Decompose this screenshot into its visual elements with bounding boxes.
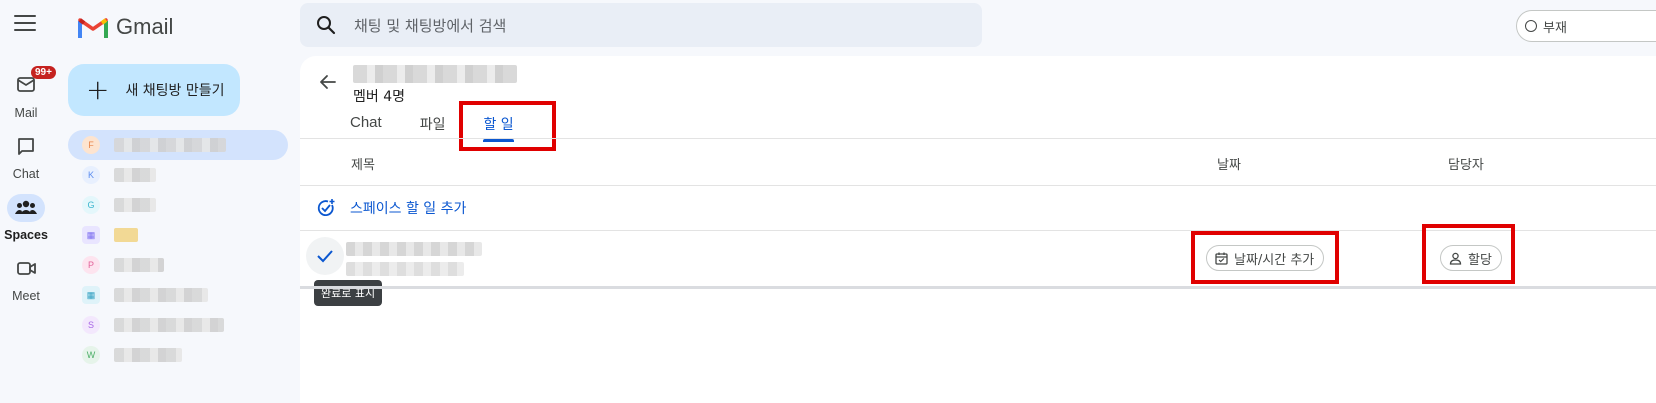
space-name-redacted bbox=[114, 168, 156, 182]
space-avatar: F bbox=[82, 136, 100, 154]
header-divider bbox=[300, 185, 1656, 186]
rail-item-label: Meet bbox=[12, 289, 40, 303]
spaces-icon bbox=[7, 194, 45, 222]
new-space-button[interactable]: + 새 채팅방 만들기 bbox=[68, 64, 240, 116]
status-label: 부재 bbox=[1543, 20, 1567, 36]
tab-files[interactable]: 파일 bbox=[420, 114, 446, 138]
space-name-redacted bbox=[114, 258, 164, 272]
space-item[interactable]: ▦ bbox=[68, 220, 288, 250]
search-bar[interactable]: 채팅 및 채팅방에서 검색 bbox=[300, 3, 982, 47]
space-name-redacted bbox=[114, 288, 208, 302]
space-avatar: S bbox=[82, 316, 100, 334]
rail-item-label: Spaces bbox=[4, 228, 48, 242]
space-title-redacted bbox=[353, 65, 517, 83]
mail-icon: 99+ bbox=[7, 66, 56, 100]
chat-icon bbox=[7, 133, 45, 161]
space-item[interactable]: W bbox=[68, 340, 288, 370]
gmail-m-icon bbox=[78, 17, 108, 38]
mark-complete-button[interactable] bbox=[306, 237, 344, 275]
main-menu-icon[interactable] bbox=[14, 15, 36, 33]
column-header-date[interactable]: 날짜 bbox=[1217, 154, 1241, 173]
task-description-redacted bbox=[346, 262, 464, 276]
space-panel: 멤버 4명 Chat 파일 할 일 제목 날짜 담당자 스페이스 할 일 추가 … bbox=[300, 56, 1656, 403]
add-space-task-button[interactable]: 스페이스 할 일 추가 bbox=[316, 198, 466, 218]
space-name-redacted bbox=[114, 138, 226, 152]
space-avatar: P bbox=[82, 256, 100, 274]
member-count[interactable]: 멤버 4명 bbox=[353, 86, 405, 106]
search-placeholder: 채팅 및 채팅방에서 검색 bbox=[354, 16, 507, 35]
space-name-redacted bbox=[114, 228, 138, 242]
grid-space-icon: ▦ bbox=[82, 226, 100, 244]
search-icon bbox=[317, 16, 336, 35]
video-camera-icon bbox=[7, 255, 45, 283]
rail-item-mail[interactable]: 99+ Mail bbox=[0, 66, 56, 120]
space-item[interactable]: P bbox=[68, 250, 288, 280]
tabs-divider bbox=[300, 138, 1656, 139]
highlight-box-tasks-tab bbox=[459, 101, 556, 151]
status-selector[interactable]: 부재 bbox=[1516, 10, 1656, 42]
space-item[interactable]: S bbox=[68, 310, 288, 340]
space-avatar: K bbox=[82, 166, 100, 184]
space-name-redacted bbox=[114, 318, 224, 332]
task-row-bottom-border bbox=[300, 286, 1656, 289]
new-space-label: 새 채팅방 만들기 bbox=[125, 83, 225, 99]
task-title-redacted[interactable] bbox=[346, 242, 482, 256]
space-item[interactable]: F bbox=[68, 130, 288, 160]
column-header-assignee[interactable]: 담당자 bbox=[1448, 154, 1484, 173]
rail-item-label: Chat bbox=[12, 167, 40, 181]
rail-item-spaces[interactable]: Spaces bbox=[0, 194, 52, 242]
app-name: Gmail bbox=[116, 14, 174, 39]
plus-icon: + bbox=[86, 73, 110, 106]
space-item[interactable]: K bbox=[68, 160, 288, 190]
column-header-title[interactable]: 제목 bbox=[351, 154, 375, 173]
mail-unread-badge: 99+ bbox=[31, 66, 56, 79]
status-ring-icon bbox=[1525, 20, 1537, 32]
mark-complete-tooltip: 완료로 표시 bbox=[314, 280, 383, 306]
space-avatar: G bbox=[82, 196, 100, 214]
grid-space-icon: ▦ bbox=[82, 286, 100, 304]
space-name-redacted bbox=[114, 198, 156, 212]
rail-item-meet[interactable]: Meet bbox=[0, 255, 52, 303]
space-item[interactable]: ▦ bbox=[68, 280, 288, 310]
highlight-box-assign-chip bbox=[1422, 224, 1515, 284]
space-item[interactable]: G bbox=[68, 190, 288, 220]
tab-chat[interactable]: Chat bbox=[350, 114, 382, 138]
rail-item-chat[interactable]: Chat bbox=[0, 133, 52, 181]
checkmark-icon bbox=[317, 250, 333, 263]
highlight-box-date-chip bbox=[1191, 231, 1339, 284]
add-space-task-label: 스페이스 할 일 추가 bbox=[350, 201, 467, 217]
gmail-logo[interactable]: Gmail bbox=[78, 14, 173, 40]
rail-item-label: Mail bbox=[14, 106, 38, 120]
back-arrow-icon[interactable] bbox=[318, 72, 338, 92]
left-rail: 99+ Mail Chat Spaces Meet bbox=[0, 0, 56, 403]
space-avatar: W bbox=[82, 346, 100, 364]
space-name-redacted bbox=[114, 348, 182, 362]
space-list: F K G ▦ P ▦ S W bbox=[68, 130, 288, 370]
add-task-icon bbox=[317, 199, 335, 216]
